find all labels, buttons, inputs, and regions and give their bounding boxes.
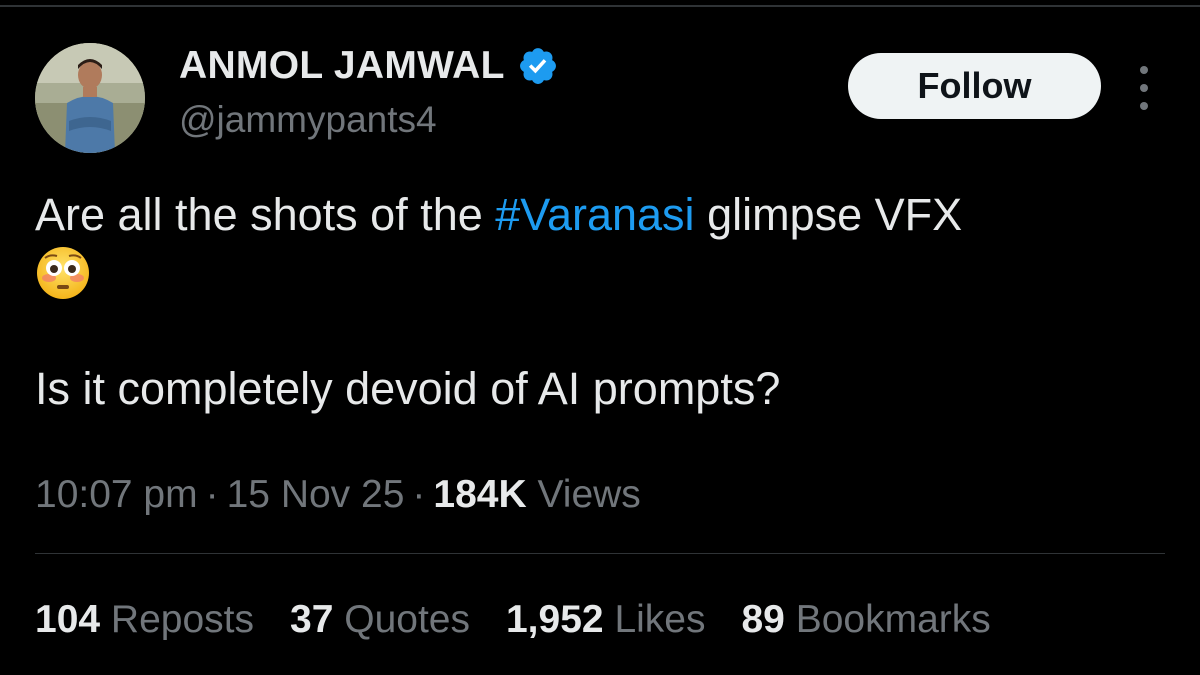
bookmarks-stat[interactable]: 89 Bookmarks (741, 595, 990, 645)
more-dot (1140, 102, 1148, 110)
meta-separator: · (205, 473, 219, 516)
meta-separator: · (412, 473, 426, 516)
reposts-count: 104 (35, 598, 101, 641)
likes-stat[interactable]: 1,952 Likes (506, 595, 706, 645)
hashtag-link[interactable]: #Varanasi (495, 189, 694, 240)
tweet-time[interactable]: 10:07 pm (35, 473, 198, 516)
tweet-metadata: 10:07 pm · 15 Nov 25 · 184K Views (35, 470, 641, 520)
likes-label: Likes (614, 598, 706, 641)
quotes-stat[interactable]: 37 Quotes (290, 595, 470, 645)
author-display-name[interactable]: ANMOL JAMWAL (179, 42, 559, 90)
reposts-label: Reposts (110, 598, 254, 641)
likes-count: 1,952 (505, 598, 604, 641)
top-divider (0, 5, 1200, 7)
more-dot (1140, 66, 1148, 74)
bookmarks-label: Bookmarks (795, 598, 991, 641)
avatar[interactable] (35, 43, 145, 153)
tweet-date[interactable]: 15 Nov 25 (227, 473, 405, 516)
stats-divider (35, 553, 1165, 554)
quotes-count: 37 (290, 598, 334, 641)
tweet-line-3: Is it completely devoid of AI prompts? (35, 363, 781, 414)
tweet-text-segment: Are all the shots of the (35, 189, 496, 240)
follow-button[interactable]: Follow (848, 53, 1101, 119)
tweet-text: Are all the shots of the #Varanasi glimp… (35, 186, 1165, 418)
engagement-stats: 104 Reposts 37 Quotes 1,952 Likes 89 Boo… (35, 595, 991, 645)
views-count[interactable]: 184K (433, 473, 526, 516)
quotes-label: Quotes (344, 598, 470, 641)
bookmarks-count: 89 (741, 598, 785, 641)
tweet-line-1: Are all the shots of the #Varanasi glimp… (35, 186, 1165, 244)
verified-badge-icon[interactable] (517, 45, 559, 87)
reposts-stat[interactable]: 104 Reposts (35, 595, 254, 645)
more-options-icon[interactable] (1130, 66, 1158, 110)
author-name-text: ANMOL JAMWAL (179, 44, 505, 87)
views-label[interactable]: Views (537, 473, 640, 516)
author-handle[interactable]: @jammypants4 (179, 97, 437, 143)
flushed-face-emoji (35, 245, 91, 301)
tweet-text-segment: glimpse VFX (694, 189, 963, 240)
tweet-line-2 (35, 244, 1165, 302)
more-dot (1140, 84, 1148, 92)
